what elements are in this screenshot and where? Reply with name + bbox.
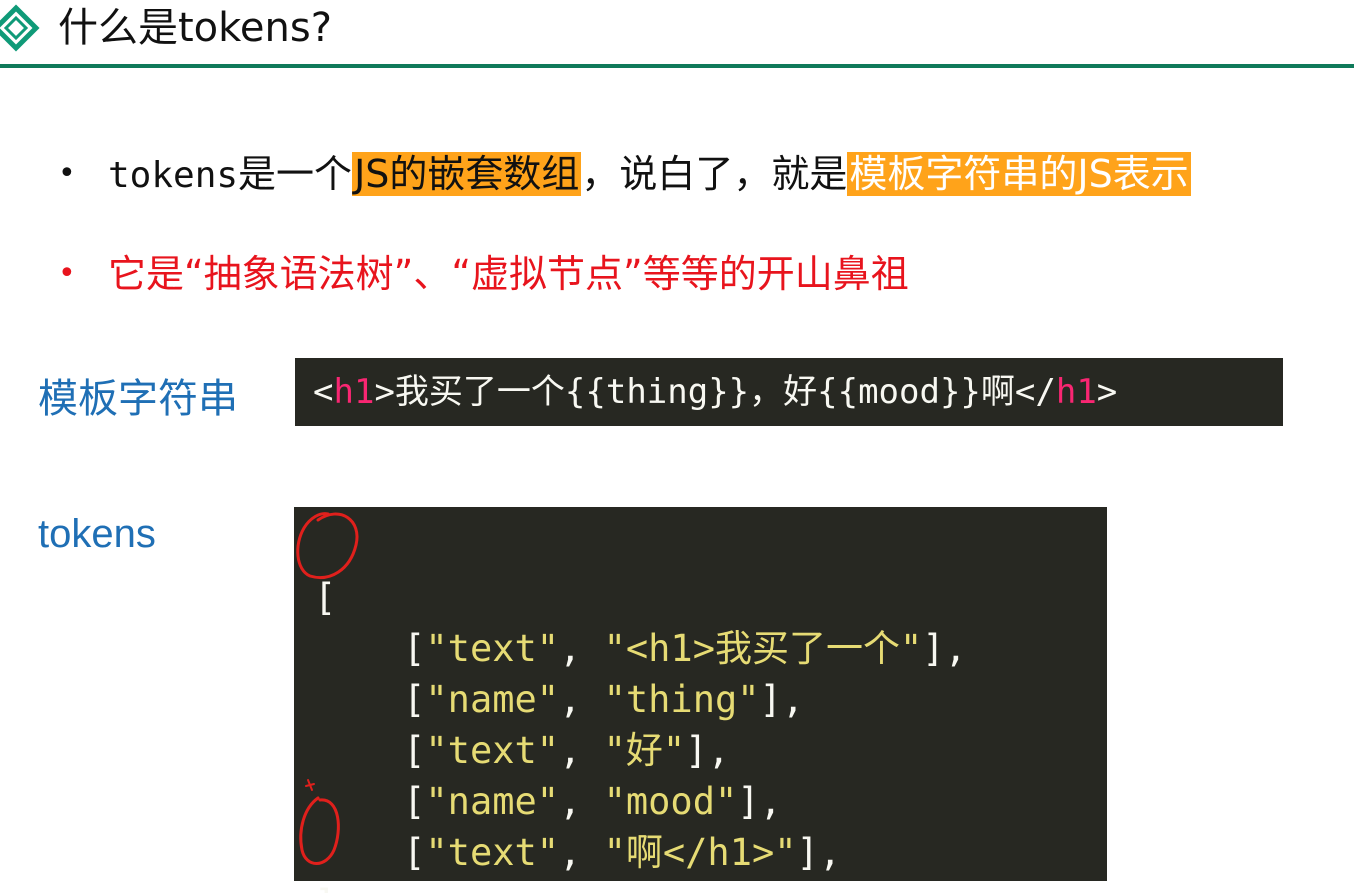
code-punct: [: [314, 780, 426, 823]
code-punct: ,: [559, 729, 604, 772]
code-punct: [: [314, 831, 426, 874]
code-body: >我买了一个{{thing}}，好{{mood}}啊</: [374, 372, 1056, 412]
code-close-bracket: ]: [314, 878, 1107, 893]
code-punct: ],: [737, 780, 782, 823]
code-punct: ,: [559, 627, 604, 670]
code-open-bracket: [: [314, 576, 337, 619]
token-value: "<h1>我买了一个": [603, 627, 923, 670]
title-divider: [0, 64, 1354, 68]
token-row: ["text", "<h1>我买了一个"],: [314, 623, 1107, 674]
bullet-dot: •: [58, 156, 76, 191]
token-value: "thing": [603, 678, 760, 721]
token-type: "text": [425, 627, 560, 670]
code-punct: >: [1096, 372, 1118, 412]
diamond-logo-icon: [0, 4, 40, 52]
bullet-dot: •: [58, 256, 76, 291]
bullet-text: ，说白了，就是: [581, 152, 848, 196]
bullet-item-ancestor: • 它是“抽象语法树”、“虚拟节点”等等的开山鼻祖: [58, 246, 909, 302]
code-tag-open: h1: [333, 372, 375, 412]
token-type: "text": [425, 831, 560, 874]
bullet-text-tokens: tokens: [108, 155, 239, 196]
code-punct: ],: [685, 729, 730, 772]
highlight-template-js: 模板字符串的JS表示: [847, 152, 1191, 196]
code-punct: ,: [559, 831, 604, 874]
code-punct: ],: [922, 627, 967, 670]
code-tag-close: h1: [1055, 372, 1097, 412]
token-row: ["name", "thing"],: [314, 674, 1107, 725]
token-value: "啊</h1>": [603, 831, 797, 874]
code-punct: [: [314, 729, 426, 772]
token-value: "好": [603, 729, 686, 772]
label-template-string: 模板字符串: [38, 376, 238, 422]
token-type: "name": [425, 780, 560, 823]
bullet-item-definition: • tokens是一个JS的嵌套数组，说白了，就是模板字符串的JS表示: [58, 146, 1191, 204]
token-row: ["text", "啊</h1>"],: [314, 827, 1107, 878]
bullet-text-red: 它是“抽象语法树”、“虚拟节点”等等的开山鼻祖: [108, 252, 909, 296]
code-punct: ,: [559, 780, 604, 823]
token-type: "text": [425, 729, 560, 772]
code-punct: [: [314, 627, 426, 670]
slide: 什么是tokens? • tokens是一个JS的嵌套数组，说白了，就是模板字符串…: [0, 0, 1354, 893]
code-punct: ],: [759, 678, 805, 721]
label-tokens: tokens: [38, 512, 156, 556]
code-punct: ],: [796, 831, 842, 874]
code-block-template: <h1>我买了一个{{thing}}，好{{mood}}啊</h1>: [295, 358, 1283, 426]
token-row: ["name", "mood"],: [314, 776, 1107, 827]
code-punct: [: [314, 678, 426, 721]
token-value: "mood": [603, 780, 738, 823]
page-title: 什么是tokens?: [58, 5, 332, 51]
code-block-tokens: [ ["text", "<h1>我买了一个"], ["name", "thing…: [294, 507, 1107, 893]
token-type: "name": [425, 678, 560, 721]
token-row: ["text", "好"],: [314, 725, 1107, 776]
bullet-text: 是一个: [238, 152, 353, 196]
code-punct: <: [313, 372, 334, 412]
code-punct: ,: [559, 678, 604, 721]
highlight-nested-array: JS的嵌套数组: [352, 152, 582, 196]
